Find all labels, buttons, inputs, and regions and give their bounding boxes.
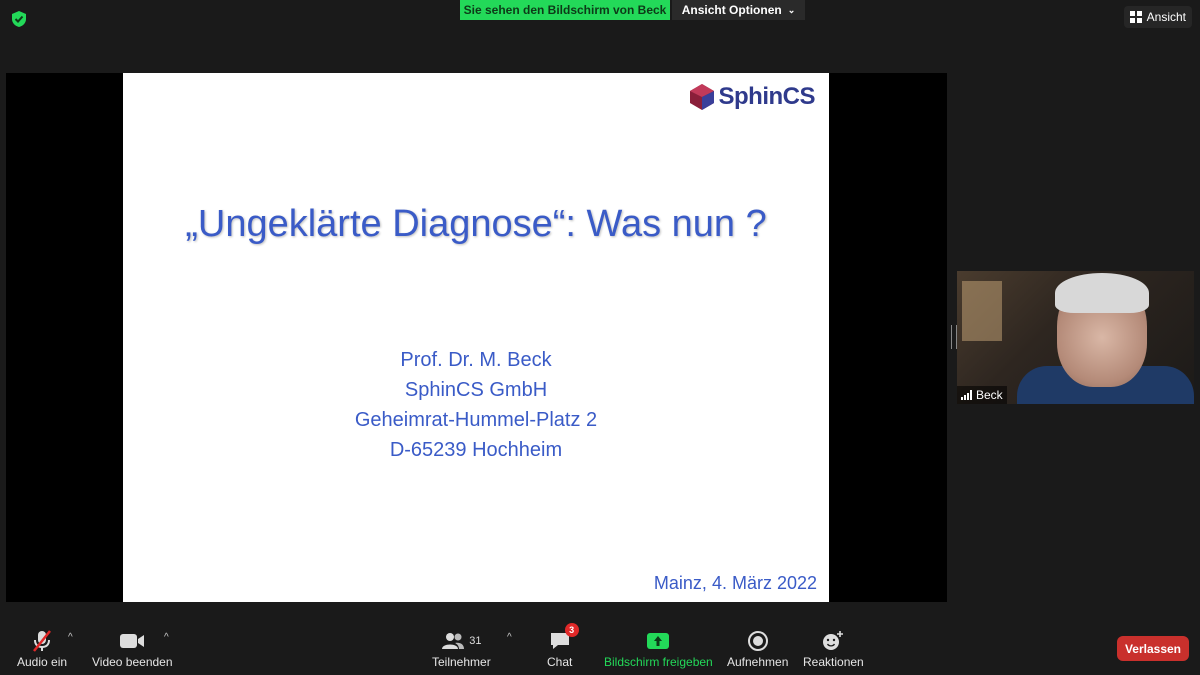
author-line: Geheimrat-Hummel-Platz 2 (354, 409, 598, 431)
signal-strength-icon (961, 390, 972, 400)
leave-meeting-button[interactable]: Verlassen (1117, 636, 1189, 661)
view-button-label: Ansicht (1146, 10, 1186, 24)
participant-name-tag: Beck (957, 386, 1007, 404)
security-shield-icon[interactable] (10, 10, 28, 28)
hexagon-logo-icon (689, 84, 714, 110)
chat-label: Chat (547, 655, 573, 669)
participants-icon (442, 633, 465, 649)
video-label: Video beenden (92, 655, 173, 669)
logo-text: SphinCS (718, 83, 816, 110)
audio-options-caret-icon[interactable]: ^ (68, 632, 73, 643)
audio-button[interactable]: Audio ein (17, 629, 67, 669)
view-options-menu[interactable]: Ansicht Optionen ⌄ (672, 0, 805, 20)
microphone-muted-icon (33, 630, 51, 652)
author-line: D-65239 Hochheim (389, 439, 563, 461)
author-line: Prof. Dr. M. Beck (400, 349, 552, 371)
chat-button[interactable]: 3 Chat (547, 623, 579, 669)
audio-label: Audio ein (17, 655, 68, 669)
share-screen-icon (647, 633, 670, 649)
record-icon (747, 631, 768, 651)
participants-label: Teilnehmer (432, 655, 491, 669)
video-options-caret-icon[interactable]: ^ (164, 632, 169, 643)
view-options-label: Ansicht Optionen (681, 3, 782, 17)
view-button[interactable]: Ansicht (1123, 6, 1192, 28)
sphincs-logo: SphinCS (689, 83, 816, 111)
participants-button[interactable]: 31 Teilnehmer (432, 629, 491, 669)
participants-options-caret-icon[interactable]: ^ (507, 632, 512, 643)
meeting-toolbar: Audio ein ^ Video beenden ^ 31 Teilnehme… (0, 623, 1200, 675)
slide-date: Mainz, 4. März 2022 (653, 573, 817, 593)
chat-unread-badge: 3 (564, 623, 579, 637)
presentation-slide: SphinCS „Ungeklärte Diagnose“: Was nun ?… (123, 73, 829, 602)
slide-title: „Ungeklärte Diagnose“: Was nun ? (185, 203, 767, 245)
participant-name: Beck (976, 388, 1003, 402)
chevron-down-icon: ⌄ (787, 4, 796, 15)
author-block: Prof. Dr. M. Beck SphinCS GmbH Geheimrat… (123, 345, 829, 465)
video-button[interactable]: Video beenden (92, 629, 173, 669)
video-camera-icon (120, 634, 145, 648)
participants-count: 31 (469, 635, 482, 647)
share-screen-label: Bildschirm freigeben (604, 655, 713, 669)
participant-video-tile[interactable]: Beck (957, 271, 1194, 404)
emoji-add-icon (823, 631, 844, 650)
record-button[interactable]: Aufnehmen (727, 629, 788, 669)
grid-icon (1129, 11, 1142, 23)
reactions-button[interactable]: Reaktionen (803, 629, 864, 669)
share-screen-button[interactable]: Bildschirm freigeben (604, 629, 713, 669)
reactions-label: Reaktionen (803, 655, 864, 669)
record-label: Aufnehmen (727, 655, 789, 669)
screen-share-banner: Sie sehen den Bildschirm von Beck (460, 0, 670, 20)
author-line: SphinCS GmbH (404, 379, 548, 401)
